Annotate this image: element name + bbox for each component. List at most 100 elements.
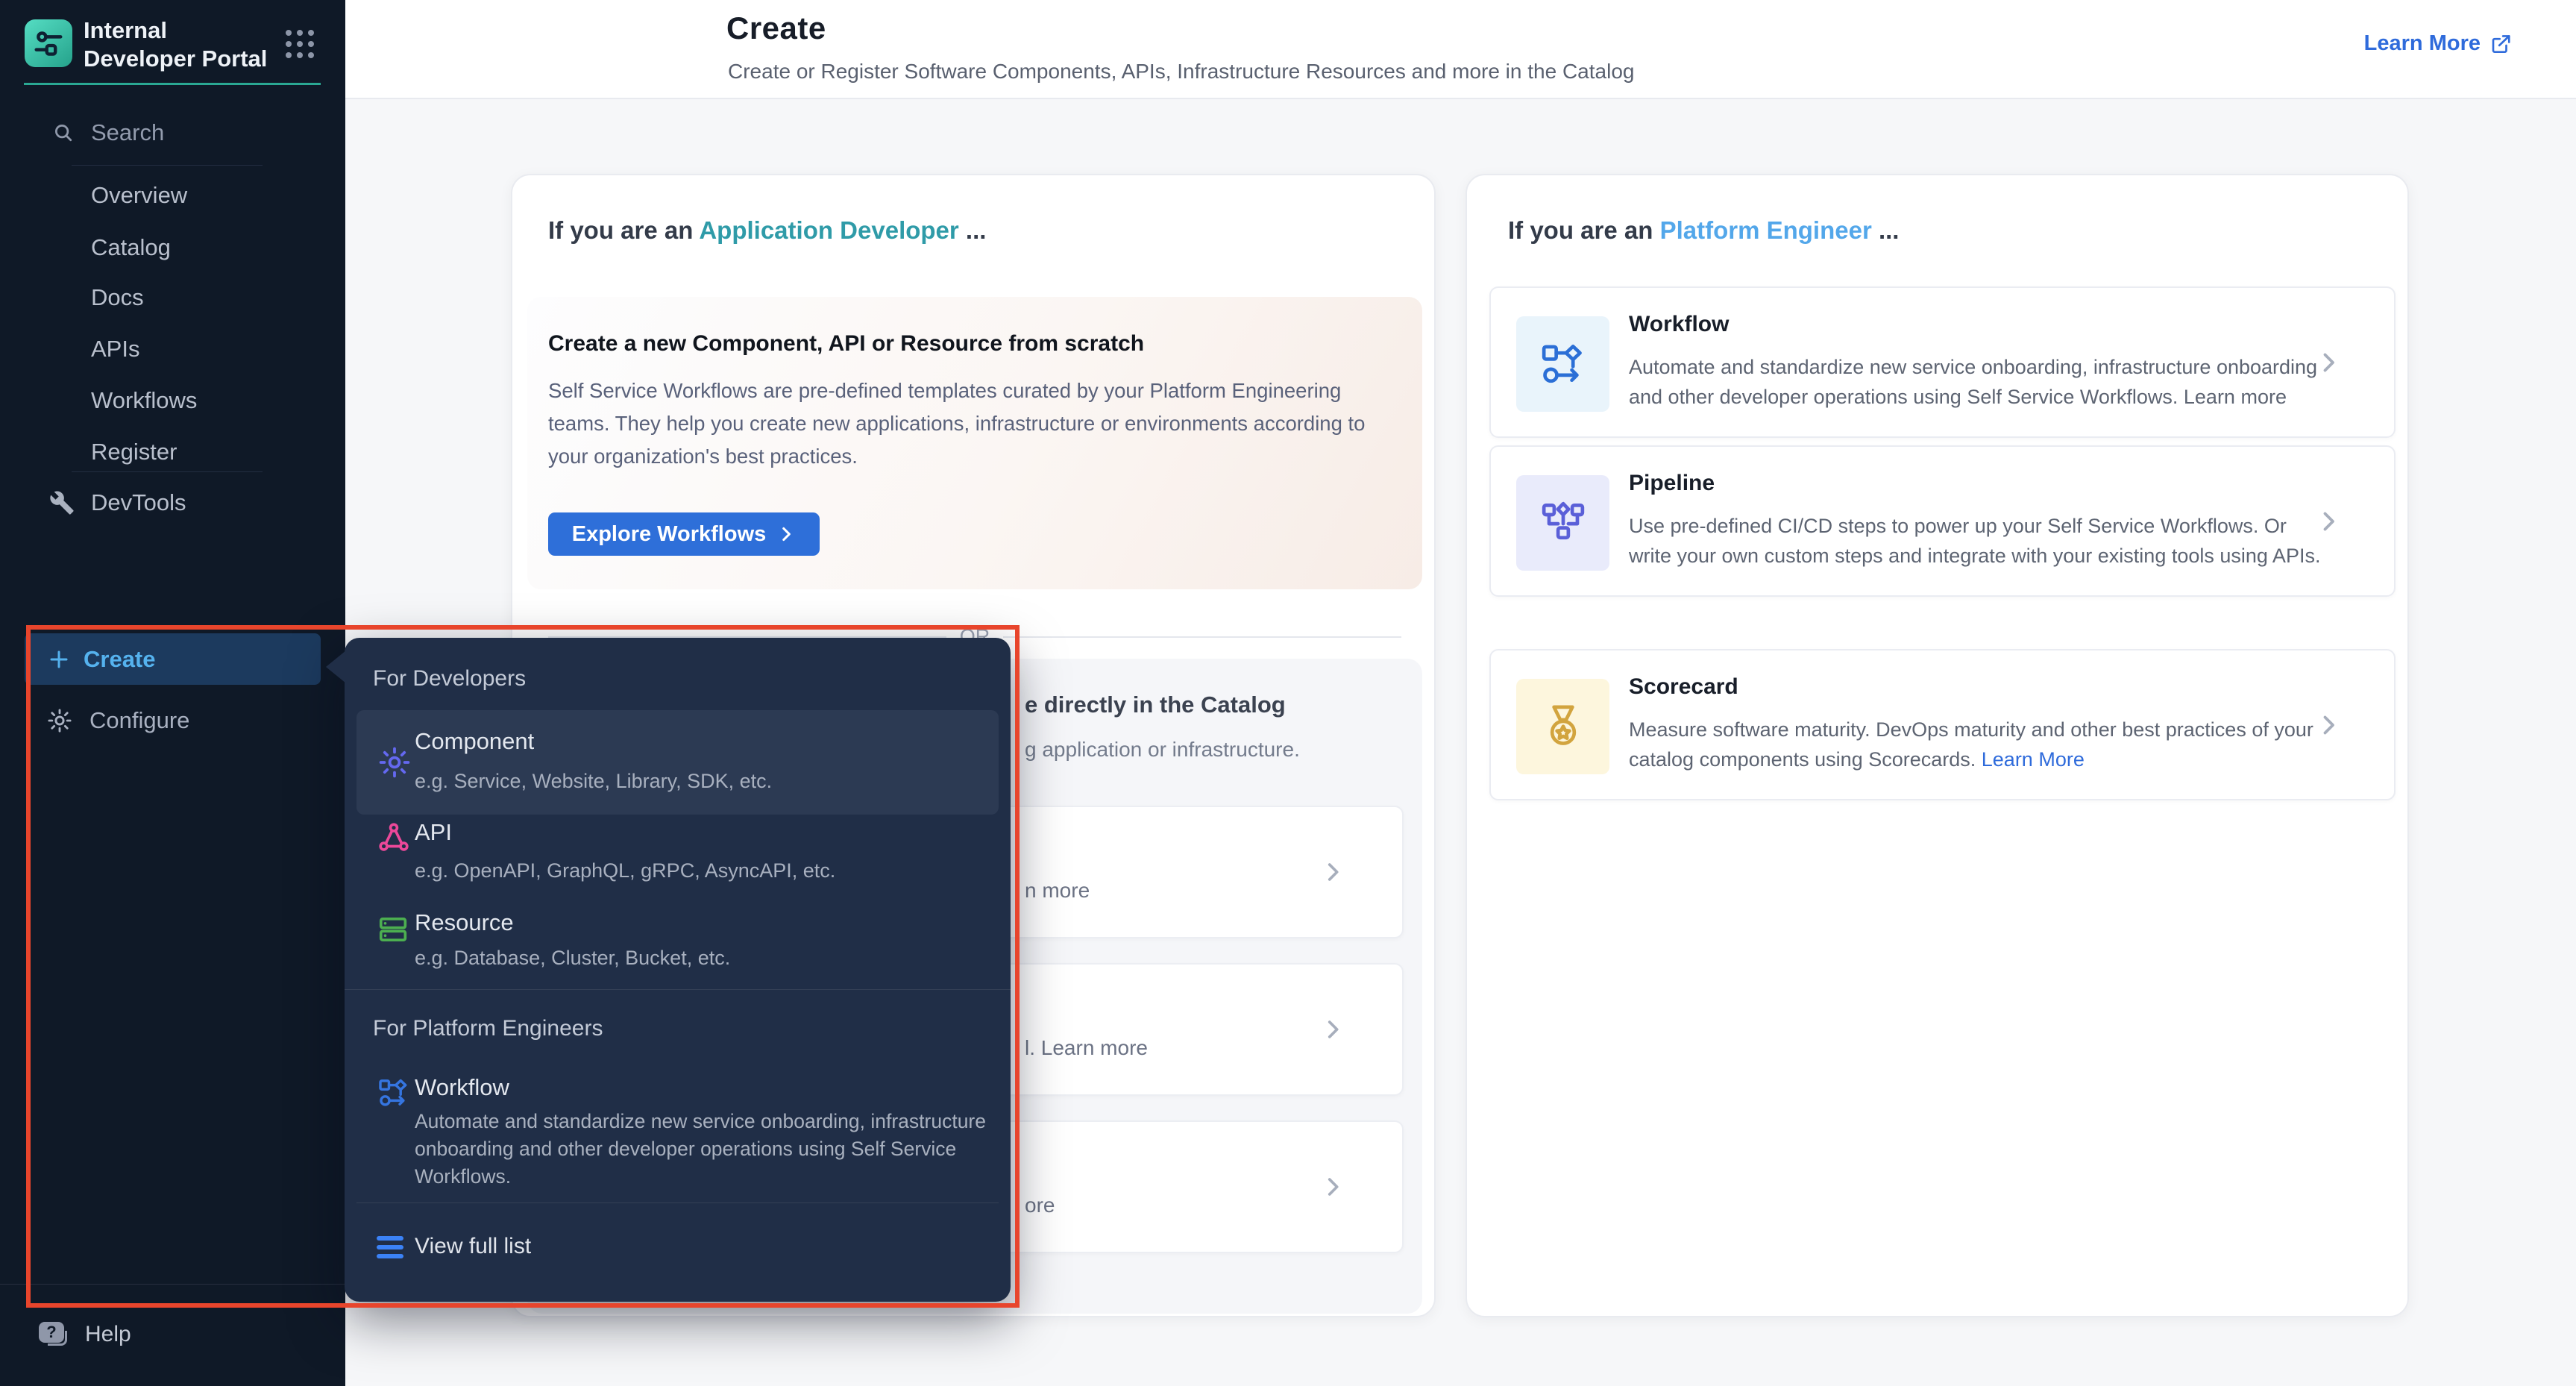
sidebar-item-label: Register [91, 439, 177, 465]
create-from-scratch-panel: Create a new Component, API or Resource … [527, 297, 1422, 589]
search-icon [52, 122, 75, 144]
workflow-row-desc-text: Automate and standardize new service onb… [1629, 356, 2317, 408]
divider [356, 1202, 999, 1203]
sidebar-item-label: DevTools [91, 489, 186, 516]
sidebar-item-label: Create [84, 646, 156, 673]
register-row-text-fragment: ore [1025, 1194, 1055, 1217]
sidebar-item-docs[interactable]: Docs [91, 284, 144, 311]
sidebar: Internal Developer Portal Search Overvie… [0, 0, 345, 1386]
workflow-row-title: Workflow [1629, 312, 1729, 337]
scorecard-row[interactable]: Scorecard Measure software maturity. Dev… [1489, 649, 2396, 800]
resource-icon [377, 912, 411, 947]
sidebar-item-label: Docs [91, 284, 144, 311]
external-link-icon [2489, 33, 2512, 55]
menu-section-developers: For Developers [373, 666, 526, 692]
sidebar-item-overview[interactable]: Overview [91, 182, 187, 209]
pipeline-row[interactable]: Pipeline Use pre-defined CI/CD steps to … [1489, 445, 2396, 597]
sidebar-item-help[interactable]: ? Help [39, 1322, 131, 1347]
brand-title: Internal Developer Portal [84, 16, 279, 73]
chevron-right-icon [776, 524, 796, 544]
sidebar-item-label: Search [91, 119, 164, 146]
explore-workflows-label: Explore Workflows [572, 522, 767, 547]
platform-card-title-suffix: ... [1872, 216, 1900, 244]
sidebar-item-create[interactable]: Create [25, 633, 321, 685]
sidebar-item-catalog[interactable]: Catalog [91, 234, 171, 261]
sidebar-item-apis[interactable]: APIs [91, 336, 139, 363]
menu-item-title: API [415, 819, 452, 846]
create-flyout-menu: For Developers Component e.g. Service, W… [345, 638, 1011, 1302]
app-switcher-icon[interactable] [286, 30, 314, 58]
wrench-icon [49, 490, 75, 515]
platform-card-title-prefix: If you are an [1508, 216, 1660, 244]
chevron-right-icon [2315, 349, 2342, 376]
sidebar-item-search[interactable]: Search [52, 119, 164, 146]
divider [72, 165, 263, 166]
divider [0, 1284, 345, 1285]
developer-card-title-suffix: ... [959, 216, 987, 244]
brand-accent-rule [24, 83, 321, 85]
api-icon [377, 821, 411, 855]
scorecard-row-title: Scorecard [1629, 674, 1738, 700]
divider [72, 471, 263, 472]
learn-more-link[interactable]: Learn More [2364, 31, 2512, 56]
sidebar-item-workflows[interactable]: Workflows [91, 387, 197, 414]
pipeline-row-desc-text: Use pre-defined CI/CD steps to power up … [1629, 515, 2320, 567]
menu-item-subtitle: e.g. OpenAPI, GraphQL, gRPC, AsyncAPI, e… [415, 859, 835, 882]
app-logo [25, 19, 72, 67]
sidebar-item-label: Workflows [91, 387, 197, 414]
scorecard-row-desc-text: Measure software maturity. DevOps maturi… [1629, 718, 2313, 771]
developer-card-title: If you are an Application Developer ... [548, 216, 986, 245]
developer-card-title-role: Application Developer [699, 216, 958, 244]
divider [345, 989, 1011, 990]
divider-line [1003, 636, 1401, 638]
list-icon [377, 1236, 403, 1258]
scratch-heading: Create a new Component, API or Resource … [548, 331, 1144, 357]
workflow-row-description: Automate and standardize new service onb… [1629, 352, 2326, 412]
sidebar-item-devtools[interactable]: DevTools [49, 489, 186, 516]
app-root: Create Create or Register Software Compo… [0, 0, 2576, 1386]
sidebar-item-register[interactable]: Register [91, 439, 177, 465]
register-section-title-fragment: e directly in the Catalog [1025, 692, 1286, 718]
scorecard-row-description: Measure software maturity. DevOps maturi… [1629, 715, 2326, 774]
view-full-list-label: View full list [415, 1234, 531, 1259]
menu-section-platform: For Platform Engineers [373, 1016, 603, 1041]
chevron-right-icon [1320, 1174, 1345, 1200]
menu-item-description: Automate and standardize new service onb… [415, 1108, 1011, 1191]
workflow-row[interactable]: Workflow Automate and standardize new se… [1489, 286, 2396, 438]
learn-more-label: Learn More [2364, 31, 2481, 56]
popup-caret [326, 650, 346, 683]
menu-item-subtitle: e.g. Service, Website, Library, SDK, etc… [415, 770, 772, 793]
component-gear-icon [377, 744, 412, 780]
pipeline-icon [1516, 475, 1609, 571]
workflow-icon [1516, 316, 1609, 412]
scorecard-row-link[interactable]: Learn More [1982, 748, 2085, 771]
sidebar-item-label: Overview [91, 182, 187, 209]
sidebar-item-label: APIs [91, 336, 139, 363]
explore-workflows-button[interactable]: Explore Workflows [548, 512, 820, 556]
gear-icon [46, 707, 73, 734]
chevron-right-icon [2315, 712, 2342, 739]
platform-engineer-card: If you are an Platform Engineer ... Work… [1466, 174, 2409, 1317]
menu-item-title: Workflow [415, 1074, 509, 1101]
help-chat-icon: ? [39, 1322, 69, 1347]
sidebar-item-configure[interactable]: Configure [46, 707, 189, 734]
sidebar-item-label: Help [85, 1322, 131, 1347]
sidebar-item-label: Configure [89, 707, 189, 734]
workflow-icon [377, 1076, 411, 1110]
platform-card-title-role: Platform Engineer [1660, 216, 1872, 244]
menu-item-title: Resource [415, 909, 514, 936]
scratch-description: Self Service Workflows are pre-defined t… [548, 374, 1387, 473]
developer-card-title-prefix: If you are an [548, 216, 699, 244]
page-subtitle: Create or Register Software Components, … [728, 60, 1634, 84]
register-row-text-fragment: l. Learn more [1025, 1036, 1148, 1060]
menu-item-subtitle: e.g. Database, Cluster, Bucket, etc. [415, 947, 730, 970]
menu-item-title: Component [415, 728, 534, 755]
chevron-right-icon [1320, 1017, 1345, 1042]
pipeline-row-title: Pipeline [1629, 471, 1715, 496]
register-section-subtitle-fragment: g application or infrastructure. [1025, 738, 1300, 762]
pipeline-row-description: Use pre-defined CI/CD steps to power up … [1629, 511, 2326, 571]
chevron-right-icon [2315, 508, 2342, 535]
register-row-text-fragment: n more [1025, 879, 1090, 903]
page-header: Create Create or Register Software Compo… [345, 0, 2576, 99]
menu-item-component[interactable]: Component e.g. Service, Website, Library… [356, 710, 999, 815]
